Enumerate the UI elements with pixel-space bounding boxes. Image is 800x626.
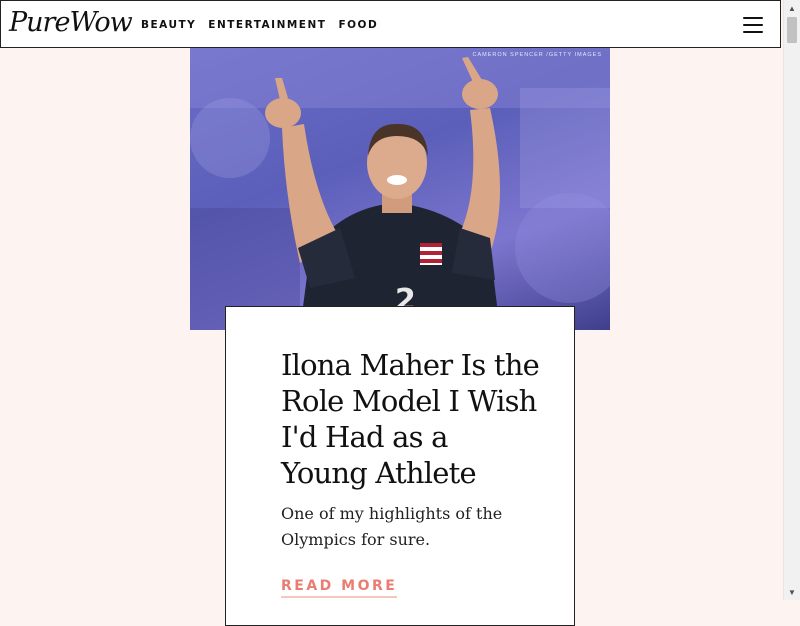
read-more-link[interactable]: READ MORE [281, 578, 398, 598]
photo-credit: CAMERON SPENCER /GETTY IMAGES [472, 52, 602, 58]
scroll-down-arrow-icon[interactable]: ▼ [784, 584, 800, 600]
site-header: PureWow BEAUTY ENTERTAINMENT FOOD [0, 0, 781, 48]
nav-item-beauty[interactable]: BEAUTY [141, 19, 196, 31]
article-card: Ilona Maher Is the Role Model I Wish I'd… [225, 306, 575, 626]
athlete-photo: 2 [190, 48, 610, 330]
hamburger-menu-icon[interactable] [743, 17, 763, 33]
nav-item-entertainment[interactable]: ENTERTAINMENT [208, 19, 326, 31]
article-headline[interactable]: Ilona Maher Is the Role Model I Wish I'd… [281, 347, 541, 491]
scrollbar-thumb[interactable] [787, 17, 797, 43]
menu-line [743, 24, 763, 26]
nav-item-food[interactable]: FOOD [338, 19, 378, 31]
main-nav: BEAUTY ENTERTAINMENT FOOD [141, 19, 378, 31]
scroll-up-arrow-icon[interactable]: ▲ [784, 0, 800, 16]
vertical-scrollbar[interactable]: ▲ ▼ [783, 0, 800, 600]
purewow-logo[interactable]: PureWow [9, 7, 133, 38]
article-dek: One of my highlights of the Olympics for… [281, 504, 503, 549]
menu-line [743, 17, 763, 19]
menu-line [743, 31, 763, 33]
hero-image[interactable]: 2 CAMERON SPENCER /GETTY IMAGES [190, 48, 610, 330]
